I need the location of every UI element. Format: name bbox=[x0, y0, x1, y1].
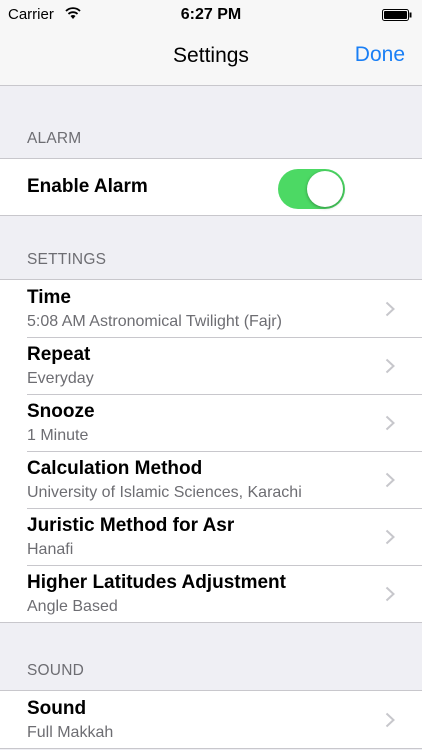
settings-group: Time 5:08 AM Astronomical Twilight (Fajr… bbox=[0, 279, 422, 623]
settings-row-snooze[interactable]: Snooze 1 Minute bbox=[0, 394, 422, 451]
alarm-group: Enable Alarm bbox=[0, 158, 422, 216]
done-button[interactable]: Done bbox=[355, 43, 405, 67]
battery-icon bbox=[382, 9, 412, 21]
row-subtitle: Full Makkah bbox=[27, 724, 114, 741]
chevron-right-icon bbox=[385, 712, 395, 728]
chevron-right-icon bbox=[385, 586, 395, 602]
chevron-right-icon bbox=[385, 358, 395, 374]
row-subtitle: Hanafi bbox=[27, 541, 74, 558]
row-title: Juristic Method for Asr bbox=[27, 515, 235, 536]
toggle-knob bbox=[307, 171, 343, 207]
row-subtitle: Angle Based bbox=[27, 598, 118, 615]
row-title: Sound bbox=[27, 698, 87, 719]
section-header-sound: SOUND bbox=[27, 662, 84, 679]
settings-row-time[interactable]: Time 5:08 AM Astronomical Twilight (Fajr… bbox=[0, 280, 422, 337]
settings-row-juristic-method[interactable]: Juristic Method for Asr Hanafi bbox=[0, 508, 422, 565]
sound-group: Sound Full Makkah bbox=[0, 690, 422, 749]
row-subtitle: 1 Minute bbox=[27, 427, 89, 444]
row-title: Repeat bbox=[27, 344, 91, 365]
chevron-right-icon bbox=[385, 529, 395, 545]
row-subtitle: University of Islamic Sciences, Karachi bbox=[27, 484, 302, 501]
chevron-right-icon bbox=[385, 301, 395, 317]
settings-row-repeat[interactable]: Repeat Everyday bbox=[0, 337, 422, 394]
status-bar: Carrier 6:27 PM bbox=[0, 0, 422, 30]
chevron-right-icon bbox=[385, 472, 395, 488]
settings-row-higher-latitudes[interactable]: Higher Latitudes Adjustment Angle Based bbox=[0, 565, 422, 622]
row-title: Time bbox=[27, 287, 72, 308]
chevron-right-icon bbox=[385, 415, 395, 431]
section-header-settings: SETTINGS bbox=[27, 251, 107, 268]
row-title: Snooze bbox=[27, 401, 95, 422]
section-header-alarm: ALARM bbox=[27, 130, 82, 147]
navigation-bar: Settings Done bbox=[0, 30, 422, 86]
row-subtitle: Everyday bbox=[27, 370, 94, 387]
enable-alarm-toggle[interactable] bbox=[278, 169, 345, 209]
enable-alarm-label: Enable Alarm bbox=[27, 176, 148, 197]
row-title: Calculation Method bbox=[27, 458, 203, 479]
settings-row-calculation-method[interactable]: Calculation Method University of Islamic… bbox=[0, 451, 422, 508]
row-subtitle: 5:08 AM Astronomical Twilight (Fajr) bbox=[27, 313, 282, 330]
enable-alarm-row: Enable Alarm bbox=[0, 159, 422, 215]
sound-row[interactable]: Sound Full Makkah bbox=[0, 691, 422, 748]
row-title: Higher Latitudes Adjustment bbox=[27, 572, 286, 593]
status-time: 6:27 PM bbox=[180, 6, 242, 23]
